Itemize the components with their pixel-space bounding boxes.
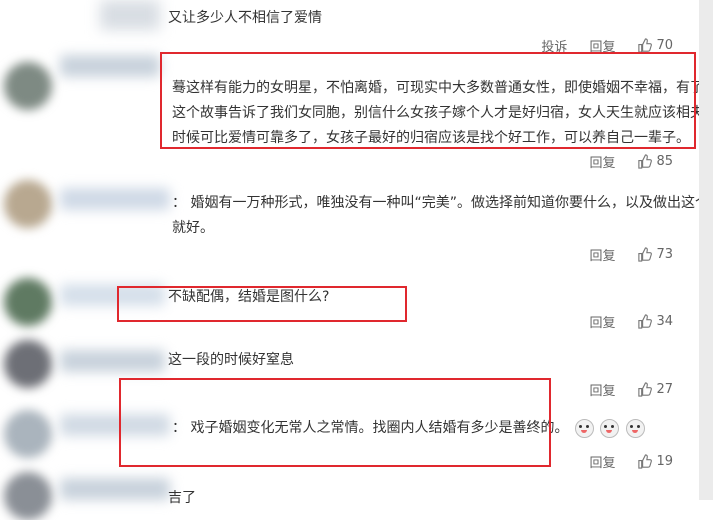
crying-laugh-emoji-icon: [600, 418, 620, 438]
like-count: 85: [656, 154, 673, 169]
thumbs-up-icon: [638, 38, 653, 53]
like-button[interactable]: 27: [637, 382, 673, 397]
reply-button[interactable]: 回复: [589, 380, 615, 399]
avatar[interactable]: [4, 180, 52, 228]
avatar[interactable]: [4, 278, 52, 326]
like-button[interactable]: 19: [637, 454, 673, 469]
reply-button[interactable]: 回复: [589, 312, 615, 331]
like-count: 73: [656, 247, 673, 262]
comment-text: 又让多少人不相信了爱情: [168, 10, 322, 26]
like-count: 19: [656, 454, 673, 469]
avatar[interactable]: [4, 340, 52, 388]
comment-text: 这一段的时候好窒息: [168, 352, 294, 368]
avatar[interactable]: [4, 62, 52, 110]
comment-actions: 回复 85: [567, 152, 673, 171]
thumbs-up-icon: [638, 154, 653, 169]
highlight-box: [119, 378, 551, 467]
thumbs-up-icon: [638, 454, 653, 469]
comment-text: 就好。: [172, 220, 214, 236]
top-blur: [100, 0, 160, 30]
username-blur[interactable]: [60, 188, 170, 210]
crying-laugh-emoji-icon: [625, 418, 645, 438]
like-count: 34: [656, 314, 673, 329]
comment-actions: 回复 27: [567, 380, 673, 399]
avatar[interactable]: [4, 472, 52, 520]
highlight-box: [160, 52, 696, 149]
like-button[interactable]: 70: [637, 38, 673, 53]
right-edge: [699, 0, 713, 500]
crying-laugh-emoji-icon: [574, 418, 594, 438]
reply-button[interactable]: 回复: [589, 245, 615, 264]
like-button[interactable]: 34: [637, 314, 673, 329]
like-button[interactable]: 73: [637, 247, 673, 262]
comment-text: 吉了: [168, 490, 196, 506]
like-button[interactable]: 85: [637, 154, 673, 169]
comment-actions: 回复 34: [567, 312, 673, 331]
like-count: 27: [656, 382, 673, 397]
reply-button[interactable]: 回复: [589, 452, 615, 471]
like-count: 70: [656, 38, 673, 53]
username-blur[interactable]: [60, 478, 170, 500]
thumbs-up-icon: [638, 247, 653, 262]
comment-actions: 回复 73: [567, 245, 673, 264]
highlight-box: [117, 286, 407, 322]
thumbs-up-icon: [638, 382, 653, 397]
username-blur[interactable]: [60, 55, 160, 77]
comment-actions: 回复 19: [567, 452, 673, 471]
comment-text: ： 婚姻有一万种形式，唯独没有一种叫“完美”。做选择前知道你要什么，以及做出这个: [172, 195, 709, 211]
username-blur[interactable]: [60, 350, 165, 372]
reply-button[interactable]: 回复: [589, 152, 615, 171]
avatar[interactable]: [4, 410, 52, 458]
thumbs-up-icon: [638, 314, 653, 329]
